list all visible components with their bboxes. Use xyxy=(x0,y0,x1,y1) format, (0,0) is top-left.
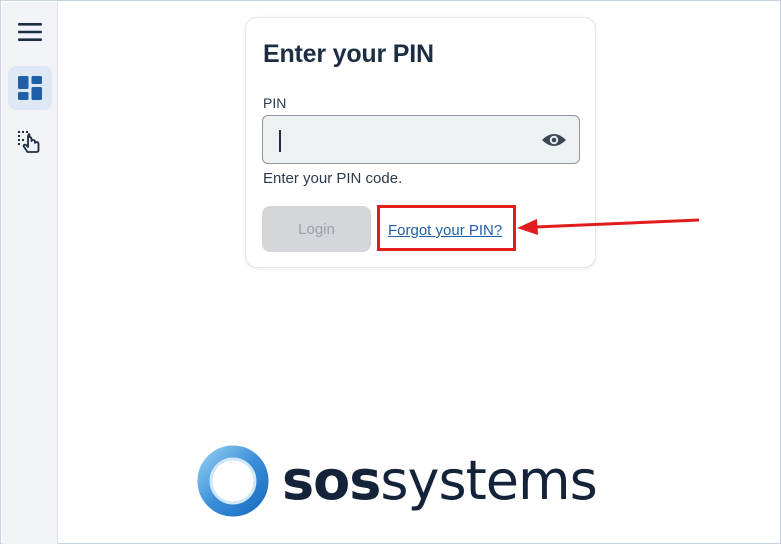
brand-wordmark: sossystems xyxy=(282,449,598,512)
pin-field[interactable] xyxy=(262,115,580,164)
menu-button[interactable] xyxy=(8,10,52,54)
pin-helper-text: Enter your PIN code. xyxy=(263,170,403,187)
page-title: Enter your PIN xyxy=(263,40,434,68)
brand-logo: sossystems xyxy=(196,441,626,521)
touch-tap-icon xyxy=(18,131,40,153)
pin-input[interactable] xyxy=(275,126,525,154)
hamburger-menu-icon xyxy=(18,23,42,41)
eye-icon xyxy=(542,134,566,146)
login-button[interactable]: Login xyxy=(262,206,371,252)
brand-wordmark-regular: systems xyxy=(380,449,597,512)
app-window: Enter your PIN PIN Enter your PIN code. … xyxy=(0,0,781,544)
pin-field-label: PIN xyxy=(263,95,287,111)
annotation-arrow xyxy=(517,218,700,235)
sidebar-item-dashboard[interactable] xyxy=(8,66,52,110)
sidebar-item-touch[interactable] xyxy=(8,120,52,164)
logo-ring-icon xyxy=(197,445,269,517)
dashboard-icon xyxy=(18,76,42,100)
annotation-highlight-box xyxy=(377,205,516,251)
show-pin-button[interactable] xyxy=(541,128,567,152)
sidebar xyxy=(2,2,58,544)
text-cursor xyxy=(279,130,281,152)
brand-wordmark-bold: sos xyxy=(282,449,381,512)
